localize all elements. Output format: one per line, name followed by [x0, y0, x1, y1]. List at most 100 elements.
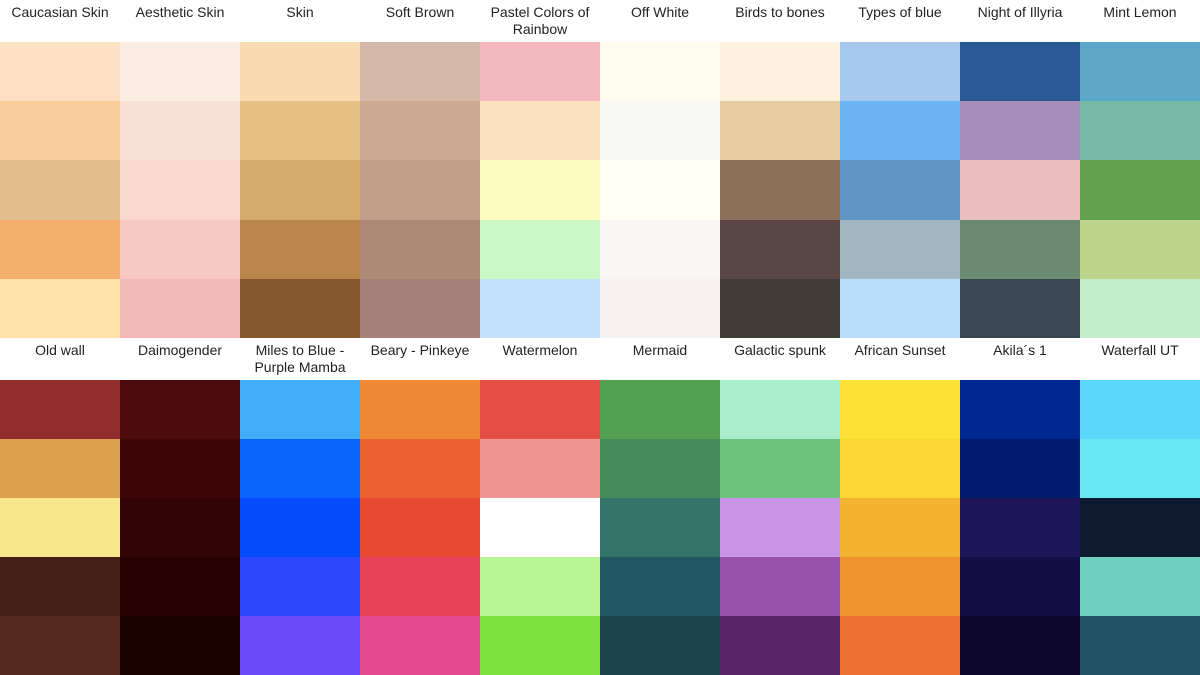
- color-swatch: [360, 616, 480, 675]
- color-swatch: [0, 616, 120, 675]
- palette-title: Off White: [630, 4, 690, 20]
- palette-title: Night of Illyria: [977, 4, 1063, 20]
- color-swatch: [720, 42, 840, 102]
- color-swatch: [360, 278, 480, 339]
- color-swatch: [600, 439, 720, 498]
- palette-title: Skin: [286, 4, 314, 20]
- color-swatch: [720, 219, 840, 279]
- color-swatch: [960, 278, 1080, 339]
- color-swatch: [600, 160, 720, 220]
- color-swatch: [240, 160, 360, 220]
- palette: Mermaid: [600, 338, 720, 675]
- palette-swatches: [240, 42, 360, 339]
- palette: Daimogender: [120, 338, 240, 675]
- color-swatch: [840, 219, 960, 279]
- palette-swatches: [600, 380, 720, 675]
- color-swatch: [0, 557, 120, 616]
- color-swatch: [600, 498, 720, 557]
- color-swatch: [840, 439, 960, 498]
- color-swatch: [120, 557, 240, 616]
- color-swatch: [840, 557, 960, 616]
- palette: Soft Brown: [360, 0, 480, 339]
- palette-swatches: [480, 42, 600, 339]
- color-swatch: [0, 380, 120, 439]
- color-swatch: [960, 439, 1080, 498]
- color-swatch: [480, 380, 600, 439]
- palette: Birds to bones: [720, 0, 840, 339]
- palette-title: African Sunset: [854, 342, 946, 358]
- color-swatch: [600, 42, 720, 102]
- color-swatch: [720, 278, 840, 339]
- color-swatch: [120, 219, 240, 279]
- palette-title: Caucasian Skin: [11, 4, 109, 20]
- color-swatch: [720, 557, 840, 616]
- color-swatch: [1080, 42, 1200, 102]
- palette-swatches: [960, 42, 1080, 339]
- color-swatch: [480, 101, 600, 161]
- color-swatch: [0, 160, 120, 220]
- color-swatch: [360, 101, 480, 161]
- palette-row-top: Caucasian Skin Aesthetic Skin Skin Soft Bro…: [0, 0, 1200, 339]
- palette-swatches: [360, 42, 480, 339]
- color-swatch: [1080, 616, 1200, 675]
- palette-title: Types of blue: [858, 4, 942, 20]
- color-swatch: [120, 42, 240, 102]
- color-swatch: [120, 380, 240, 439]
- color-swatch: [960, 160, 1080, 220]
- palette-title: Mint Lemon: [1103, 4, 1177, 20]
- color-swatch: [360, 42, 480, 102]
- palette-title: Soft Brown: [385, 4, 455, 20]
- color-swatch: [720, 439, 840, 498]
- palette: Types of blue: [840, 0, 960, 339]
- palette: Skin: [240, 0, 360, 339]
- palette-swatches: [1080, 380, 1200, 675]
- color-swatch: [720, 380, 840, 439]
- color-swatch: [0, 42, 120, 102]
- color-swatch: [960, 42, 1080, 102]
- color-swatch: [840, 616, 960, 675]
- color-swatch: [840, 498, 960, 557]
- palette-title: Beary - Pinkeye: [370, 342, 470, 358]
- color-swatch: [600, 278, 720, 339]
- palette: Caucasian Skin: [0, 0, 120, 339]
- palette-swatches: [960, 380, 1080, 675]
- color-swatch: [360, 498, 480, 557]
- palette-swatches: [720, 380, 840, 675]
- color-swatch: [600, 219, 720, 279]
- color-swatch: [600, 616, 720, 675]
- color-swatch: [240, 219, 360, 279]
- color-swatch: [1080, 101, 1200, 161]
- palette: Akila´s 1: [960, 338, 1080, 675]
- palette-swatches: [720, 42, 840, 339]
- palette-swatches: [120, 42, 240, 339]
- color-swatch: [840, 42, 960, 102]
- color-swatch: [1080, 278, 1200, 339]
- palette-title: Birds to bones: [735, 4, 825, 20]
- palette-row-bottom: Old wall Daimogender Miles to Blue - Purpl…: [0, 338, 1200, 675]
- color-swatch: [720, 498, 840, 557]
- palette: Beary - Pinkeye: [360, 338, 480, 675]
- color-swatch: [960, 219, 1080, 279]
- color-swatch: [120, 160, 240, 220]
- color-swatch: [960, 498, 1080, 557]
- color-swatch: [600, 101, 720, 161]
- palette: Aesthetic Skin: [120, 0, 240, 339]
- color-swatch: [240, 101, 360, 161]
- color-swatch: [120, 278, 240, 339]
- color-swatch: [1080, 557, 1200, 616]
- color-swatch: [120, 616, 240, 675]
- color-swatch: [240, 439, 360, 498]
- color-swatch: [1080, 219, 1200, 279]
- color-swatch: [480, 439, 600, 498]
- color-swatch: [240, 42, 360, 102]
- palette-title: Old wall: [35, 342, 85, 358]
- palette: Mint Lemon: [1080, 0, 1200, 339]
- color-swatch: [720, 616, 840, 675]
- palette-title: Watermelon: [502, 342, 578, 358]
- color-swatch: [120, 101, 240, 161]
- color-swatch: [600, 557, 720, 616]
- color-swatch: [1080, 439, 1200, 498]
- color-swatch: [600, 380, 720, 439]
- palette-swatches: [840, 42, 960, 339]
- color-swatch: [1080, 498, 1200, 557]
